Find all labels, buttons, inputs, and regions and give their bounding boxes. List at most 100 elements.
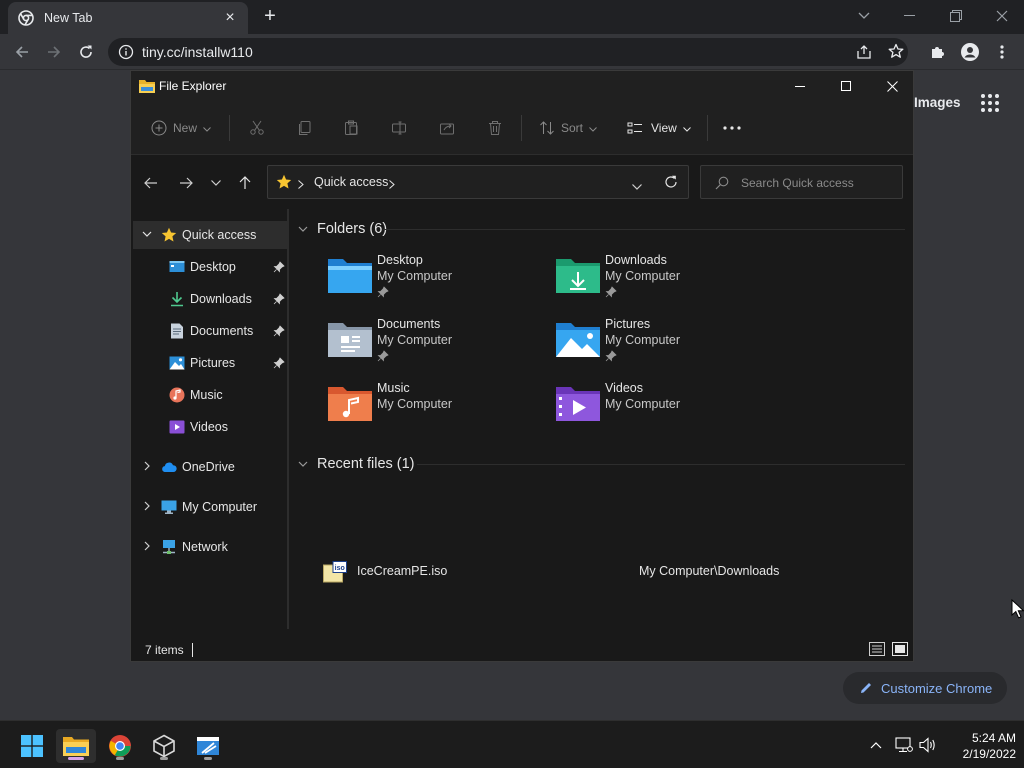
paste-button[interactable] [343,117,359,139]
tab-search-chevron-icon[interactable] [846,4,882,28]
recent-locations-chevron-icon[interactable] [206,173,226,193]
recent-file-row[interactable]: iso IceCreamPE.iso My Computer\Downloads [323,559,883,583]
folder-location: My Computer [605,397,681,411]
sidebar-item-label: Videos [190,420,228,434]
volume-icon[interactable] [918,735,938,755]
chevron-right-icon[interactable] [141,500,153,512]
copy-button[interactable] [297,117,313,139]
chrome-menu-icon[interactable] [990,40,1014,64]
rename-button[interactable] [391,117,407,139]
clock-time: 5:24 AM [971,731,1016,745]
folder-tile-videos[interactable]: Videos My Computer [555,381,775,437]
restore-icon[interactable] [938,4,974,28]
taskbar-chrome[interactable] [100,729,140,763]
images-link[interactable]: Images [914,95,961,110]
network-status-icon[interactable] [894,735,914,755]
folder-tile-desktop[interactable]: Desktop My Computer [327,253,547,309]
address-bar[interactable]: tiny.cc/installw110 [108,38,908,66]
window-title: File Explorer [159,79,227,93]
customize-chrome-button[interactable]: Customize Chrome [843,672,1007,704]
chrome-toolbar: tiny.cc/installw110 [0,34,1024,70]
folder-tile-music[interactable]: Music My Computer [327,381,547,437]
show-hidden-icons-chevron-icon[interactable] [866,735,886,755]
tiles-view-icon[interactable] [892,641,908,657]
sidebar-item-music[interactable]: Music [133,381,287,409]
sort-button[interactable]: Sort [539,117,597,139]
address-box[interactable]: Quick access [267,165,689,199]
sidebar-item-label: Documents [190,324,254,338]
reload-icon[interactable] [74,40,98,64]
taskbar-file-explorer[interactable] [56,729,96,763]
sidebar-item-pictures[interactable]: Pictures [133,349,287,377]
breadcrumb-quick-access[interactable]: Quick access [314,175,388,189]
new-tab-button[interactable]: + [258,5,282,29]
site-info-icon[interactable] [118,44,134,60]
explorer-close-icon[interactable] [869,71,915,101]
taskbar-app[interactable] [188,729,228,763]
folders-group-header[interactable]: Folders (6) [297,219,387,239]
chrome-logo-icon [109,735,131,757]
sidebar-item-videos[interactable]: Videos [133,413,287,441]
sidebar-item-documents[interactable]: Documents [133,317,287,345]
forward-arrow-icon[interactable] [42,40,66,64]
up-arrow-icon[interactable] [235,173,255,193]
chevron-right-icon[interactable] [298,178,304,189]
share-arrow-icon [440,123,454,135]
folder-tile-documents[interactable]: Documents My Computer [327,317,547,373]
forward-arrow-icon[interactable] [176,173,196,193]
folder-name: Videos [605,381,643,395]
sidebar-item-onedrive[interactable]: OneDrive [133,453,287,481]
tab-new-tab[interactable]: New Tab × [8,2,248,34]
content-pane: Folders (6) Desktop My Computer Download… [291,209,913,629]
pin-icon [273,261,285,273]
recent-files-group-header[interactable]: Recent files (1) [297,454,415,474]
refresh-icon[interactable] [664,175,678,189]
recent-file-path: My Computer\Downloads [639,564,780,578]
sidebar-item-network[interactable]: Network [133,533,287,561]
sidebar-item-downloads[interactable]: Downloads [133,285,287,313]
explorer-minimize-icon[interactable] [777,71,823,101]
folder-tile-downloads[interactable]: Downloads My Computer [555,253,775,309]
taskbar-clock[interactable]: 5:24 AM 2/19/2022 [940,730,1016,762]
close-icon[interactable] [984,4,1020,28]
view-button[interactable]: View [627,117,691,139]
share-icon[interactable] [856,44,872,60]
search-input[interactable]: Search Quick access [700,165,903,199]
chevron-right-icon[interactable] [141,460,153,472]
extensions-puzzle-icon[interactable] [926,40,950,64]
navigation-pane: Quick access Desktop Downloads Documents… [131,209,289,629]
folder-location: My Computer [605,269,681,283]
address-history-chevron-icon[interactable] [632,179,642,190]
back-arrow-icon[interactable] [141,173,161,193]
new-button[interactable]: New [151,117,211,139]
chevron-down-icon [589,121,597,135]
back-arrow-icon[interactable] [10,40,34,64]
start-button[interactable] [12,729,52,763]
chevron-right-icon[interactable] [141,540,153,552]
details-view-icon[interactable] [869,641,885,657]
explorer-maximize-icon[interactable] [823,71,869,101]
share-button[interactable] [439,117,455,139]
google-apps-grid-icon[interactable] [980,93,1000,113]
explorer-titlebar[interactable]: File Explorer [131,71,913,101]
profile-avatar-icon[interactable] [958,40,982,64]
cut-button[interactable] [249,117,265,139]
folder-icon [63,737,89,756]
sidebar-item-desktop[interactable]: Desktop [133,253,287,281]
tab-close-icon[interactable]: × [222,10,238,26]
running-indicator [116,757,124,760]
chevron-down-icon[interactable] [141,228,153,240]
chevron-right-icon[interactable] [389,178,395,189]
taskbar: 5:24 AM 2/19/2022 [0,720,1024,768]
taskbar-virtualbox[interactable] [144,729,184,763]
sidebar-item-my-computer[interactable]: My Computer [133,493,287,521]
more-options-button[interactable] [723,117,741,139]
sidebar-item-quick-access[interactable]: Quick access [133,221,287,249]
folder-tile-pictures[interactable]: Pictures My Computer [555,317,775,373]
cube-icon [153,734,175,758]
bookmark-star-icon[interactable] [888,43,904,59]
documents-folder-icon [327,319,373,359]
computer-monitor-icon [161,499,177,515]
minimize-icon[interactable] [892,4,928,28]
delete-button[interactable] [487,117,503,139]
